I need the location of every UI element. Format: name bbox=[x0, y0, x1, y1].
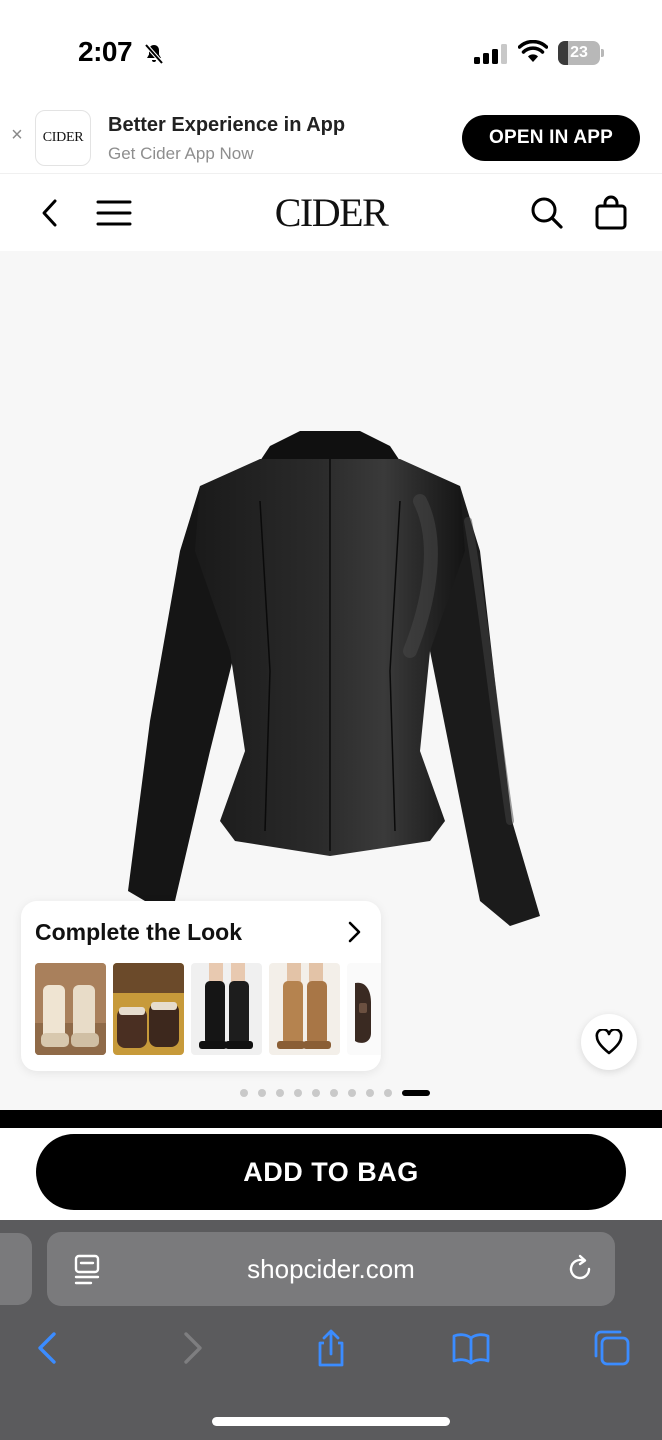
search-icon[interactable] bbox=[527, 193, 567, 233]
product-image bbox=[128, 431, 540, 926]
app-banner: × CIDER Better Experience in App Get Cid… bbox=[0, 100, 662, 174]
divider bbox=[0, 1110, 662, 1128]
url-text: shopcider.com bbox=[247, 1254, 415, 1284]
pagination-dot[interactable] bbox=[348, 1089, 356, 1097]
wishlist-button[interactable] bbox=[581, 1014, 637, 1070]
site-header: CIDER bbox=[0, 175, 662, 251]
cta-area: ADD TO BAG bbox=[0, 1128, 662, 1220]
bag-icon[interactable] bbox=[591, 193, 631, 233]
banner-subtitle: Get Cider App Now bbox=[108, 144, 254, 163]
look-thumbnail[interactable] bbox=[113, 963, 184, 1055]
open-in-app-button[interactable]: OPEN IN APP bbox=[462, 115, 640, 161]
pagination-dot-active[interactable] bbox=[402, 1090, 430, 1096]
chevron-right-icon[interactable] bbox=[341, 919, 367, 945]
bookmarks-icon[interactable] bbox=[451, 1328, 491, 1368]
pagination-dot[interactable] bbox=[384, 1089, 392, 1097]
tabs-icon[interactable] bbox=[592, 1328, 632, 1368]
app-logo: CIDER bbox=[35, 110, 91, 166]
gallery-pagination bbox=[0, 1088, 662, 1098]
complete-the-look-title: Complete the Look bbox=[35, 919, 243, 945]
pagination-dot[interactable] bbox=[258, 1089, 266, 1097]
battery-level: 23 bbox=[570, 44, 588, 61]
pagination-dot[interactable] bbox=[330, 1089, 338, 1097]
back-icon[interactable] bbox=[28, 1328, 68, 1368]
banner-title: Better Experience in App bbox=[108, 114, 346, 136]
look-thumbnail[interactable] bbox=[347, 963, 381, 1055]
add-to-bag-button[interactable]: ADD TO BAG bbox=[36, 1134, 626, 1210]
share-icon[interactable] bbox=[311, 1328, 351, 1368]
home-indicator bbox=[212, 1417, 450, 1426]
status-time: 2:07 bbox=[78, 36, 133, 67]
signal-icon bbox=[474, 44, 507, 64]
forward-icon[interactable] bbox=[172, 1328, 212, 1368]
look-thumbnail[interactable] bbox=[35, 963, 106, 1055]
browser-toolbar: shopcider.com bbox=[0, 1220, 662, 1440]
battery-icon: 23 bbox=[558, 41, 604, 65]
pagination-dot[interactable] bbox=[366, 1089, 374, 1097]
pagination-dot[interactable] bbox=[240, 1089, 248, 1097]
wifi-icon bbox=[518, 40, 548, 62]
product-gallery[interactable]: Complete the Look bbox=[0, 251, 662, 1111]
address-bar[interactable]: shopcider.com bbox=[47, 1232, 615, 1306]
pagination-dot[interactable] bbox=[294, 1089, 302, 1097]
bell-slash-icon bbox=[144, 43, 164, 65]
pagination-dot[interactable] bbox=[276, 1089, 284, 1097]
look-thumbnail[interactable] bbox=[269, 963, 340, 1055]
pagination-dot[interactable] bbox=[312, 1089, 320, 1097]
close-icon[interactable]: × bbox=[8, 125, 26, 145]
previous-tab[interactable] bbox=[0, 1233, 32, 1305]
look-thumbnail[interactable] bbox=[191, 963, 262, 1055]
reload-icon[interactable] bbox=[565, 1254, 595, 1284]
heart-icon bbox=[595, 1029, 623, 1055]
status-bar: 2:07 23 bbox=[0, 0, 662, 100]
complete-the-look-card[interactable]: Complete the Look bbox=[21, 901, 381, 1071]
